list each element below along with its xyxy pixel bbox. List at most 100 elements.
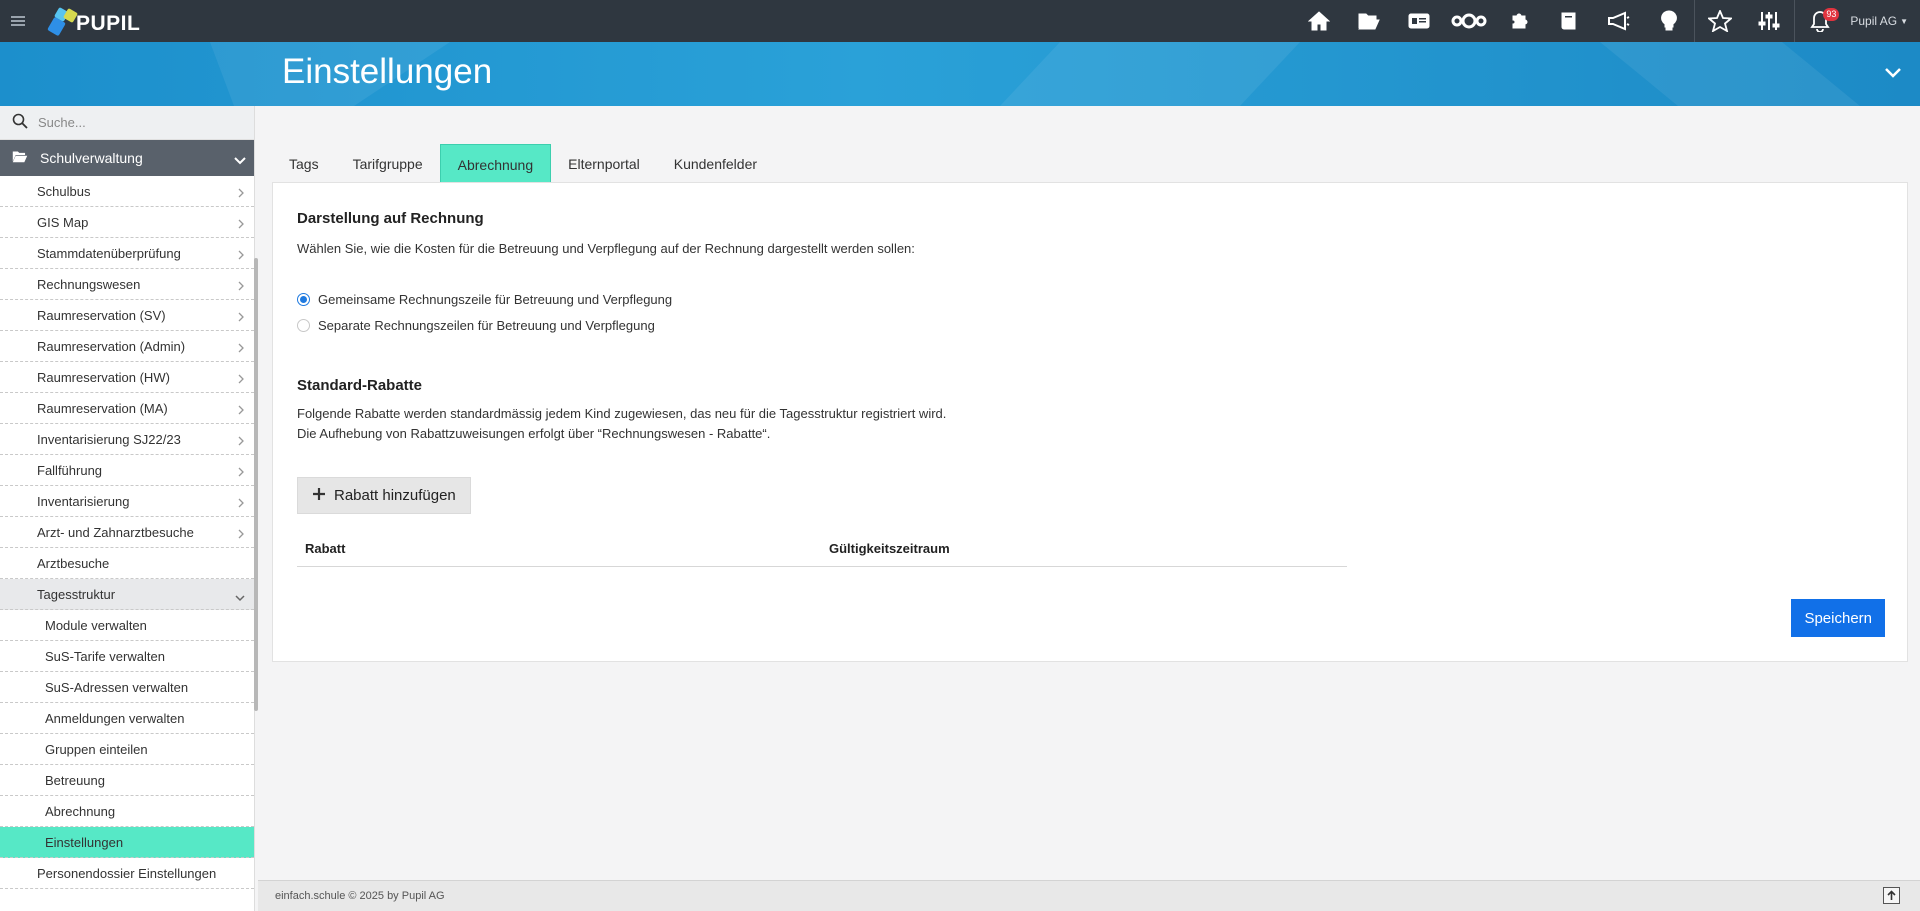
chevron-right-icon bbox=[238, 372, 244, 387]
radio-option-gemeinsame[interactable]: Gemeinsame Rechnungszeile für Betreuung … bbox=[297, 292, 672, 307]
discount-table-header: Rabatt Gültigkeitszeitraum bbox=[297, 533, 1347, 567]
radio-checked[interactable] bbox=[297, 293, 310, 306]
section-title-darstellung: Darstellung auf Rechnung bbox=[297, 210, 484, 227]
sidebar-item-label: SuS-Tarife verwalten bbox=[45, 648, 165, 664]
sidebar-item-personendossier[interactable]: Personendossier Einstellungen bbox=[0, 858, 254, 889]
chevron-right-icon bbox=[238, 496, 244, 511]
sidebar-item-arzt-zahnarzt[interactable]: Arzt- und Zahnarztbesuche bbox=[0, 517, 254, 548]
sidebar-item-label: Arztbesuche bbox=[37, 555, 110, 571]
tab-abrechnung[interactable]: Abrechnung bbox=[439, 144, 552, 182]
folder-open-icon bbox=[12, 150, 28, 166]
sidebar-item-label: SuS-Adressen verwalten bbox=[45, 679, 189, 695]
user-name: Pupil AG bbox=[1850, 14, 1898, 28]
search-input[interactable] bbox=[38, 115, 238, 130]
tab-tags[interactable]: Tags bbox=[272, 144, 336, 182]
notifications-bell-icon[interactable]: 93 bbox=[1794, 0, 1844, 42]
column-header-gueltigkeit: Gültigkeitszeitraum bbox=[829, 541, 950, 556]
radio-label: Gemeinsame Rechnungszeile für Betreuung … bbox=[318, 292, 673, 307]
sidebar-item-label: Inventarisierung bbox=[37, 493, 130, 509]
collapse-chevron-icon[interactable] bbox=[1884, 66, 1902, 82]
sidebar-item-label: Raumreservation (SV) bbox=[37, 307, 166, 323]
sidebar-subitem-einstellungen[interactable]: Einstellungen bbox=[0, 827, 254, 858]
sidebar-item-label: Raumreservation (MA) bbox=[37, 400, 168, 416]
lightbulb-icon[interactable] bbox=[1644, 0, 1694, 42]
chevron-right-icon bbox=[238, 248, 244, 263]
sidebar-subitem-anmeldungen[interactable]: Anmeldungen verwalten bbox=[0, 703, 254, 734]
plus-icon bbox=[312, 487, 326, 505]
puzzle-icon[interactable] bbox=[1494, 0, 1544, 42]
sidebar-item-inventarisierung-sj[interactable]: Inventarisierung SJ22/23 bbox=[0, 424, 254, 455]
megaphone-icon[interactable] bbox=[1594, 0, 1644, 42]
section-description-rabatte-1: Folgende Rabatte werden standardmässig j… bbox=[297, 406, 947, 421]
sidebar-item-inventarisierung[interactable]: Inventarisierung bbox=[0, 486, 254, 517]
book-icon[interactable] bbox=[1544, 0, 1594, 42]
folder-open-icon[interactable] bbox=[1344, 0, 1394, 42]
sidebar-item-label: Abrechnung bbox=[45, 803, 116, 819]
app-logo[interactable]: PUPIL bbox=[47, 0, 141, 42]
sidebar-item-tagesstruktur[interactable]: Tagesstruktur bbox=[0, 579, 254, 610]
save-button[interactable]: Speichern bbox=[1791, 599, 1885, 637]
sidebar-item-label: Raumreservation (Admin) bbox=[37, 338, 186, 354]
settings-tabs: Tags Tarifgruppe Abrechnung Elternportal… bbox=[272, 144, 774, 182]
chevron-right-icon bbox=[238, 527, 244, 542]
sidebar-item-raumreservation-hw[interactable]: Raumreservation (HW) bbox=[0, 362, 254, 393]
sidebar-item-label: Betreuung bbox=[45, 772, 105, 788]
chevron-right-icon bbox=[238, 403, 244, 418]
sidebar-subitem-betreuung[interactable]: Betreuung bbox=[0, 765, 254, 796]
radio-label: Separate Rechnungszeilen für Betreuung u… bbox=[318, 318, 655, 333]
chevron-right-icon bbox=[238, 186, 244, 201]
sidebar-item-label: Arzt- und Zahnarztbesuche bbox=[37, 524, 194, 540]
page-footer: einfach.schule © 2025 by Pupil AG bbox=[258, 880, 1920, 911]
sidebar-subitem-sus-tarife[interactable]: SuS-Tarife verwalten bbox=[0, 641, 254, 672]
nextcloud-icon[interactable] bbox=[1444, 0, 1494, 42]
column-header-rabatt: Rabatt bbox=[305, 541, 346, 556]
user-menu[interactable]: Pupil AG ▼ bbox=[1844, 14, 1920, 28]
add-discount-button[interactable]: Rabatt hinzufügen bbox=[297, 477, 471, 514]
sidebar-item-raumreservation-ma[interactable]: Raumreservation (MA) bbox=[0, 393, 254, 424]
sidebar-item-label: Rechnungswesen bbox=[37, 276, 141, 292]
sidebar-item-gis-map[interactable]: GIS Map bbox=[0, 207, 254, 238]
home-icon[interactable] bbox=[1294, 0, 1344, 42]
sidebar-item-raumreservation-sv[interactable]: Raumreservation (SV) bbox=[0, 300, 254, 331]
tab-elternportal[interactable]: Elternportal bbox=[551, 144, 657, 182]
radio-option-separate[interactable]: Separate Rechnungszeilen für Betreuung u… bbox=[297, 318, 655, 333]
sidebar-subitem-module[interactable]: Module verwalten bbox=[0, 610, 254, 641]
chevron-down-icon bbox=[234, 152, 246, 168]
scroll-to-top-icon[interactable] bbox=[1883, 887, 1900, 904]
sidebar-item-raumreservation-admin[interactable]: Raumreservation (Admin) bbox=[0, 331, 254, 362]
menu-toggle-icon[interactable] bbox=[0, 0, 36, 42]
sidebar-item-stammdaten[interactable]: Stammdatenüberprüfung bbox=[0, 238, 254, 269]
sidebar-item-label: Personendossier Einstellungen bbox=[37, 865, 217, 881]
sidebar-item-label: Raumreservation (HW) bbox=[37, 369, 170, 385]
sidebar-subitem-gruppen[interactable]: Gruppen einteilen bbox=[0, 734, 254, 765]
contact-card-icon[interactable] bbox=[1394, 0, 1444, 42]
chevron-down-icon bbox=[235, 590, 245, 605]
sidebar-search bbox=[0, 106, 254, 140]
sliders-icon[interactable] bbox=[1744, 0, 1794, 42]
star-icon[interactable] bbox=[1694, 0, 1744, 42]
search-icon bbox=[12, 113, 28, 132]
sidebar-item-rechnungswesen[interactable]: Rechnungswesen bbox=[0, 269, 254, 300]
sidebar-item-arztbesuche[interactable]: Arztbesuche bbox=[0, 548, 254, 579]
sidebar-subitem-abrechnung[interactable]: Abrechnung bbox=[0, 796, 254, 827]
top-navbar: PUPIL 93 Pupil AG ▼ bbox=[0, 0, 1920, 42]
sidebar: Schulverwaltung Schulbus GIS Map Stammda… bbox=[0, 106, 255, 911]
sidebar-item-label: Inventarisierung SJ22/23 bbox=[37, 431, 181, 447]
sidebar-item-fallfuehrung[interactable]: Fallführung bbox=[0, 455, 254, 486]
logo-text: PUPIL bbox=[76, 12, 141, 35]
sidebar-section-schulverwaltung[interactable]: Schulverwaltung bbox=[0, 140, 254, 176]
sidebar-item-label: Module verwalten bbox=[45, 617, 147, 633]
tab-kundenfelder[interactable]: Kundenfelder bbox=[657, 144, 774, 182]
chevron-right-icon bbox=[238, 465, 244, 480]
tab-tarifgruppe[interactable]: Tarifgruppe bbox=[336, 144, 440, 182]
radio-unchecked[interactable] bbox=[297, 319, 310, 332]
sidebar-subitem-sus-adressen[interactable]: SuS-Adressen verwalten bbox=[0, 672, 254, 703]
sidebar-item-schulbus[interactable]: Schulbus bbox=[0, 176, 254, 207]
logo-cubes-icon bbox=[47, 5, 79, 37]
sidebar-item-label: Anmeldungen verwalten bbox=[45, 710, 185, 726]
add-discount-label: Rabatt hinzufügen bbox=[334, 487, 456, 504]
sidebar-item-label: Schulbus bbox=[37, 183, 91, 199]
section-description-darstellung: Wählen Sie, wie die Kosten für die Betre… bbox=[297, 241, 915, 256]
abrechnung-settings-panel: Darstellung auf Rechnung Wählen Sie, wie… bbox=[272, 182, 1908, 662]
sidebar-scrollbar[interactable] bbox=[254, 258, 258, 711]
